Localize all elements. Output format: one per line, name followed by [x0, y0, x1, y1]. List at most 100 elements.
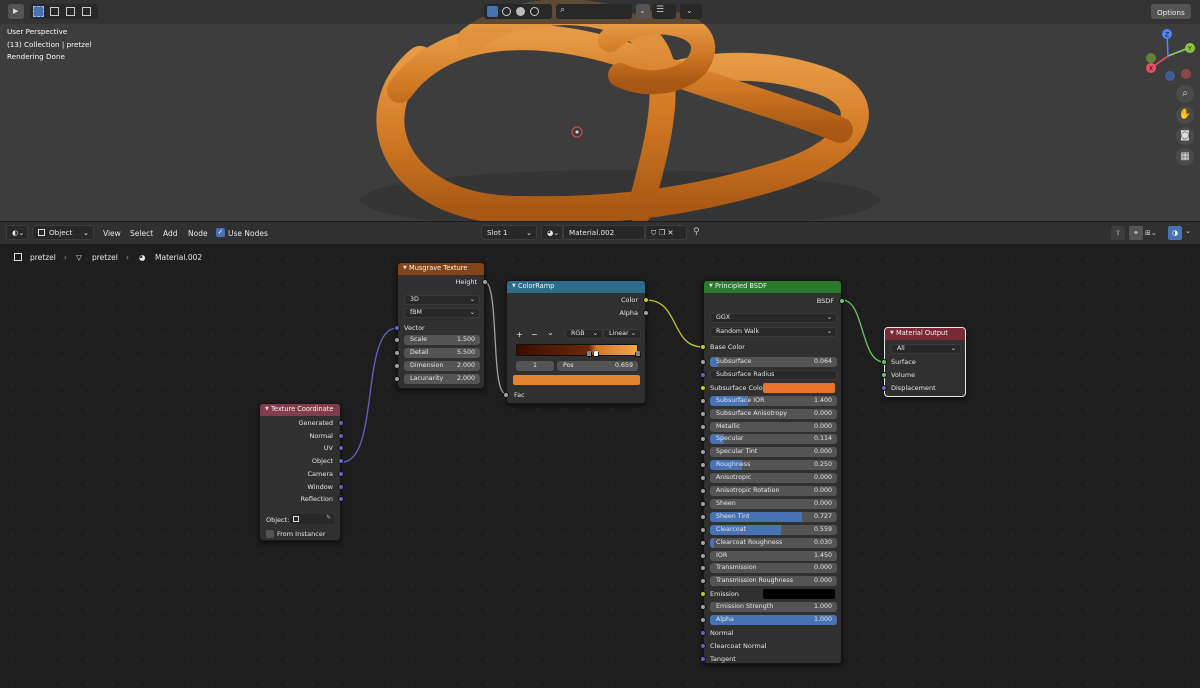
scale-field[interactable]: Scale 1.500	[404, 335, 480, 345]
hand-pan-icon[interactable]: ✋	[1176, 106, 1194, 124]
output-height-socket[interactable]	[482, 279, 488, 285]
subsurface-field[interactable]: Subsurface 0.064	[710, 357, 837, 367]
snapping-icon[interactable]: ⚭	[1129, 226, 1143, 240]
input-subsurface-socket[interactable]	[700, 359, 706, 365]
input-metallic-socket[interactable]	[700, 423, 706, 430]
input-anisotropic-socket[interactable]	[700, 475, 706, 482]
transmission-roughness-field[interactable]: Transmission Roughness 0.000	[710, 576, 837, 587]
input-roughness-socket[interactable]	[700, 462, 706, 469]
input-emission-strength-socket[interactable]	[700, 604, 706, 611]
input-emission-socket[interactable]	[700, 591, 706, 598]
add-stop-button[interactable]: +	[516, 331, 523, 339]
subsurface-ior-field[interactable]: Subsurface IOR 1.400	[710, 395, 837, 406]
subsurface-anisotropy-field[interactable]: Subsurface Anisotropy 0.000	[710, 408, 837, 419]
input-detail-socket[interactable]	[394, 350, 400, 356]
material-browse-button[interactable]: ◕⌄	[541, 225, 563, 240]
color-ramp-gradient[interactable]	[516, 344, 638, 356]
specular-tint-field[interactable]: Specular Tint 0.000	[710, 447, 837, 458]
input-displacement-socket[interactable]	[881, 385, 887, 391]
output-reflection-socket[interactable]	[338, 496, 344, 503]
shading-mode-group[interactable]	[484, 4, 552, 19]
musgrave-texture-node[interactable]: ▼ Musgrave Texture Height 3D ⌄ fBM ⌄ Vector…	[394, 262, 488, 389]
render-target-dropdown[interactable]: All ⌄	[891, 344, 961, 354]
input-specular-tint-socket[interactable]	[700, 449, 706, 456]
emission-color-swatch[interactable]	[763, 589, 835, 600]
anisotropic-rotation-field[interactable]: Anisotropic Rotation 0.000	[710, 486, 837, 496]
input-subsurface-anisotropy-socket[interactable]	[700, 410, 706, 417]
input-lacunarity-socket[interactable]	[394, 376, 400, 382]
input-clearcoat-socket[interactable]	[700, 526, 706, 533]
node-header[interactable]: ▼ Principled BSDF	[704, 281, 841, 293]
musgrave-type-dropdown[interactable]: fBM ⌄	[404, 308, 480, 318]
view-dropdown-button[interactable]: ⌄	[680, 4, 702, 19]
roughness-field[interactable]: Roughness 0.250	[710, 460, 837, 471]
input-clearcoat-normal-socket[interactable]	[700, 642, 706, 649]
color-mode-dropdown[interactable]: RGB ⌄	[565, 329, 603, 339]
editor-type-button[interactable]: ▶	[8, 4, 24, 19]
camera-icon[interactable]: ◙	[1176, 127, 1194, 145]
snap-settings-icon[interactable]: ⊞⌄	[1145, 226, 1165, 240]
input-alpha-socket[interactable]	[700, 617, 706, 623]
pin-icon[interactable]: ⚲	[693, 227, 700, 237]
input-dimension-socket[interactable]	[394, 363, 400, 369]
alpha-field[interactable]: Alpha 1.000	[710, 615, 837, 625]
input-subsurface-radius-socket[interactable]	[700, 371, 706, 378]
input-subsurface-ior-socket[interactable]	[700, 397, 706, 404]
node-header[interactable]: ▼ Texture Coordinate	[260, 404, 340, 416]
input-base-color-socket[interactable]	[700, 344, 706, 350]
subsurface-radius-dropdown[interactable]: Subsurface Radius	[710, 369, 837, 380]
input-transmission-roughness-socket[interactable]	[700, 578, 706, 585]
input-specular-socket[interactable]	[700, 436, 706, 443]
emission-strength-field[interactable]: Emission Strength 1.000	[710, 602, 837, 613]
menu-select[interactable]: Select	[130, 229, 153, 238]
principled-bsdf-node[interactable]: ▼ Principled BSDF BSDF GGX ⌄ Random Walk ⌄ …	[700, 280, 845, 664]
subsurface-method-dropdown[interactable]: Random Walk ⌄	[710, 327, 837, 337]
filter-button[interactable]: ☰	[652, 4, 676, 19]
chevron-down-icon[interactable]: ⌄	[1185, 227, 1191, 235]
lacunarity-field[interactable]: Lacunarity 2.000	[404, 374, 480, 384]
output-window-socket[interactable]	[338, 483, 344, 490]
output-object-socket[interactable]	[338, 458, 344, 465]
editor-type-dropdown[interactable]: ◐⌄	[6, 225, 28, 240]
input-sheen-socket[interactable]	[700, 500, 706, 507]
output-generated-socket[interactable]	[338, 420, 344, 426]
metallic-field[interactable]: Metallic 0.000	[710, 421, 837, 432]
zoom-icon[interactable]: ⌕	[1176, 85, 1194, 103]
menu-node[interactable]: Node	[188, 229, 208, 238]
dimensions-dropdown[interactable]: 3D ⌄	[404, 295, 480, 305]
transmission-field[interactable]: Transmission 0.000	[710, 563, 837, 574]
grid-icon[interactable]: ▦	[1176, 148, 1194, 166]
stop-index-field[interactable]: 1	[516, 361, 554, 371]
object-picker-field[interactable]: ✎	[290, 514, 334, 524]
interpolation-dropdown[interactable]: Linear ⌄	[603, 329, 641, 339]
node-header[interactable]: ▼ ColorRamp	[507, 281, 645, 293]
overlay-toggle-button[interactable]: ⌄	[636, 4, 650, 19]
menu-add[interactable]: Add	[163, 229, 178, 238]
ior-field[interactable]: IOR 1.450	[710, 550, 837, 561]
output-normal-socket[interactable]	[338, 432, 344, 439]
parent-node-tree-icon[interactable]: ⇧	[1111, 226, 1125, 240]
select-mode-group[interactable]	[30, 4, 98, 19]
node-header[interactable]: ▼ Musgrave Texture	[398, 263, 484, 275]
output-alpha-socket[interactable]	[643, 310, 649, 316]
input-clearcoat-roughness-socket[interactable]	[700, 539, 706, 546]
stop-color-swatch[interactable]	[513, 375, 640, 385]
dimension-field[interactable]: Dimension 2.000	[404, 361, 480, 371]
input-anisotropic-rotation-socket[interactable]	[700, 488, 706, 494]
3d-viewport[interactable]: ▶ ⌕ ⌄ ☰ ⌄ Options User Perspective (13) …	[0, 0, 1200, 221]
sheen-field[interactable]: Sheen 0.000	[710, 498, 837, 509]
material-name-field[interactable]: Material.002	[563, 225, 645, 240]
specular-field[interactable]: Specular 0.114	[710, 434, 837, 445]
clearcoat-roughness-field[interactable]: Clearcoat Roughness 0.030	[710, 537, 837, 548]
overlay-toggle-icon[interactable]: ◑	[1168, 226, 1182, 240]
input-scale-socket[interactable]	[394, 337, 400, 343]
input-subsurface-color-socket[interactable]	[700, 384, 706, 391]
output-bsdf-socket[interactable]	[839, 298, 845, 304]
input-surface-socket[interactable]	[881, 359, 887, 365]
menu-view[interactable]: View	[103, 229, 121, 238]
object-type-dropdown[interactable]: Object ⌄	[32, 225, 94, 240]
input-sheen-tint-socket[interactable]	[700, 513, 706, 520]
input-ior-socket[interactable]	[700, 552, 706, 559]
ramp-menu-button[interactable]: ⌄	[547, 329, 554, 337]
sheen-tint-field[interactable]: Sheen Tint 0.727	[710, 511, 837, 522]
